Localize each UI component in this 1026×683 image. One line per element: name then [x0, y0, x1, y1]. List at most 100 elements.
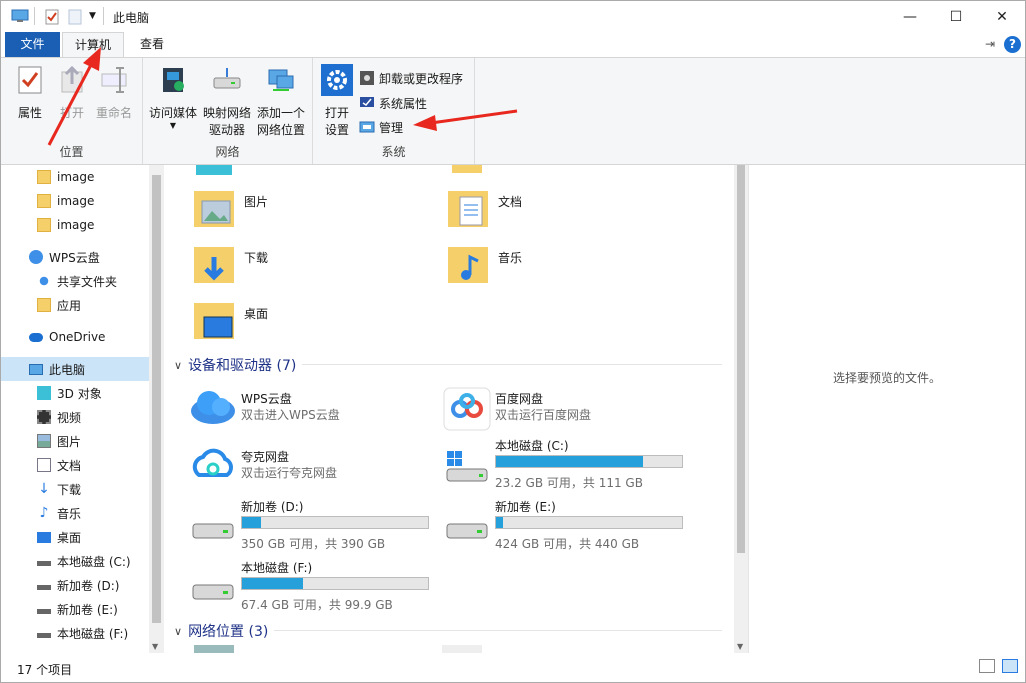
drive-free-space: 424 GB 可用，共 440 GB	[495, 537, 640, 551]
device-drive-e[interactable]: 新加卷 (E:) 424 GB 可用，共 440 GB	[443, 498, 693, 554]
drive-usage-bar	[495, 455, 683, 468]
nav-item-desktop[interactable]: 桌面	[1, 525, 149, 549]
nav-label: image	[57, 170, 95, 184]
folder-icon	[37, 218, 51, 232]
nav-scrollbar-thumb[interactable]	[152, 175, 161, 623]
device-drive-c[interactable]: 本地磁盘 (C:) 23.2 GB 可用，共 111 GB	[443, 437, 693, 493]
uninstall-icon	[360, 71, 374, 85]
nav-item-drive-e[interactable]: 新加卷 (E:)	[1, 597, 149, 621]
minimize-button[interactable]: —	[887, 1, 933, 32]
nav-item-drive-c[interactable]: 本地磁盘 (C:)	[1, 549, 149, 573]
device-drive-d[interactable]: 新加卷 (D:) 350 GB 可用，共 390 GB	[189, 498, 439, 554]
folder-desktop[interactable]: 桌面	[192, 299, 442, 349]
ribbon-group-system-label: 系统	[381, 145, 406, 159]
nav-item-apps[interactable]: 应用	[1, 293, 149, 317]
nav-item-image-3[interactable]: image	[1, 213, 149, 237]
drive-usage-fill	[496, 456, 643, 467]
folder-documents[interactable]: 文档	[446, 187, 696, 237]
nav-label: 本地磁盘 (F:)	[57, 626, 129, 641]
uninstall-label: 卸载或更改程序	[379, 71, 464, 86]
nav-item-videos[interactable]: 视频	[1, 405, 149, 429]
manage-icon	[359, 121, 375, 133]
nav-item-onedrive[interactable]: OneDrive	[1, 325, 149, 349]
window-title: 此电脑	[113, 11, 150, 25]
drive-usage-fill	[496, 517, 504, 528]
device-baidu-netdisk[interactable]: 百度网盘 双击运行百度网盘	[443, 387, 693, 443]
nav-item-documents[interactable]: 文档	[1, 453, 149, 477]
manage-label: 管理	[379, 120, 404, 135]
map-drive-icon	[213, 68, 241, 89]
pin-ribbon-icon[interactable]: ⇥	[985, 37, 995, 51]
open-settings-label-1: 打开	[324, 106, 349, 120]
device-subtitle: 双击进入WPS云盘	[241, 408, 340, 422]
properties-quick-icon[interactable]	[45, 9, 59, 25]
title-bar: ▼ 此电脑 — ☐ ✕	[1, 1, 1025, 32]
folder-pictures[interactable]: 图片	[192, 187, 442, 237]
nav-item-wps-cloud[interactable]: WPS云盘	[1, 245, 149, 269]
folder-downloads[interactable]: 下载	[192, 243, 442, 293]
nav-item-pictures[interactable]: 图片	[1, 429, 149, 453]
annotation-arrow-manage	[413, 109, 518, 131]
access-media-label: 访问媒体	[148, 106, 197, 120]
folder-icon	[37, 298, 51, 312]
drive-usage-bar	[241, 516, 429, 529]
section-divider	[302, 364, 722, 365]
nav-item-drive-d[interactable]: 新加卷 (D:)	[1, 573, 149, 597]
device-wps-cloud[interactable]: WPS云盘 双击进入WPS云盘	[189, 387, 439, 443]
nav-item-image-2[interactable]: image	[1, 189, 149, 213]
network-location-icon	[268, 69, 294, 91]
pc-icon	[29, 363, 43, 375]
device-quark-netdisk[interactable]: 夸克网盘 双击运行夸克网盘	[189, 445, 439, 501]
cloud-icon	[29, 250, 43, 264]
nav-item-downloads[interactable]: ↓ 下载	[1, 477, 149, 501]
network-item-partial-icon	[194, 645, 234, 653]
details-view-icon[interactable]	[979, 659, 995, 673]
folder-label: 文档	[498, 195, 523, 209]
nav-scroll-down-icon[interactable]: ▼	[152, 642, 158, 651]
drive-usage-fill	[242, 578, 304, 589]
onedrive-icon	[29, 332, 43, 342]
maximize-button[interactable]: ☐	[933, 1, 979, 32]
nav-item-image-1[interactable]: image	[1, 165, 149, 189]
folder-label: 音乐	[498, 251, 523, 265]
nav-item-3d-objects[interactable]: 3D 对象	[1, 381, 149, 405]
nav-item-shared-folder[interactable]: 共享文件夹	[1, 269, 149, 293]
folder-music[interactable]: 音乐	[446, 243, 696, 293]
large-icons-view-icon[interactable]	[1002, 659, 1018, 673]
network-section-header[interactable]: ∨ 网络位置 (3)	[174, 621, 722, 641]
status-bar: 17 个项目	[1, 653, 1025, 682]
device-name: 夸克网盘	[241, 450, 290, 464]
device-drive-f[interactable]: 本地磁盘 (F:) 67.4 GB 可用，共 99.9 GB	[189, 559, 439, 615]
quick-access-dropdown-icon[interactable]: ▼	[89, 11, 96, 21]
add-network-location-button[interactable]: 添加一个 网络位置	[255, 64, 307, 139]
content-area: 图片 文档 下载 音乐 桌面 ∨ 设备和驱动器 (7) WPS云盘 双击进入WP…	[164, 165, 734, 653]
nav-label: image	[57, 194, 95, 208]
nav-item-music[interactable]: ♪ 音乐	[1, 501, 149, 525]
quark-netdisk-icon	[192, 448, 233, 477]
content-scroll-down-icon[interactable]: ▼	[737, 642, 743, 651]
content-scrollbar-thumb[interactable]	[737, 165, 745, 553]
nav-item-this-pc[interactable]: 此电脑	[1, 357, 149, 381]
drive-free-space: 350 GB 可用，共 390 GB	[241, 537, 386, 551]
settings-gear-icon	[321, 64, 353, 96]
folder-icon	[37, 170, 51, 184]
nav-item-drive-f[interactable]: 本地磁盘 (F:)	[1, 621, 149, 645]
devices-section-header[interactable]: ∨ 设备和驱动器 (7)	[174, 355, 722, 375]
tab-view[interactable]: 查看	[127, 32, 177, 57]
map-network-drive-button[interactable]: 映射网络 驱动器	[201, 64, 253, 139]
nav-scrollbar[interactable]: ▼	[149, 165, 164, 653]
manage-button[interactable]: 管理	[359, 117, 403, 137]
close-button[interactable]: ✕	[979, 1, 1025, 32]
help-icon[interactable]: ?	[1004, 36, 1021, 53]
device-name: 本地磁盘 (F:)	[241, 561, 313, 575]
baidu-netdisk-icon	[443, 387, 491, 431]
new-folder-quick-icon[interactable]	[68, 9, 82, 25]
content-scrollbar[interactable]: ▼	[734, 165, 748, 653]
device-name: WPS云盘	[241, 392, 292, 406]
open-settings-button[interactable]: 打开 设置	[319, 64, 355, 139]
uninstall-program-button[interactable]: 卸载或更改程序	[359, 68, 463, 88]
drive-usage-fill	[242, 517, 261, 528]
access-media-button[interactable]: 访问媒体 ▼	[147, 64, 199, 130]
cube-icon	[37, 386, 51, 400]
device-name: 本地磁盘 (C:)	[495, 439, 569, 453]
